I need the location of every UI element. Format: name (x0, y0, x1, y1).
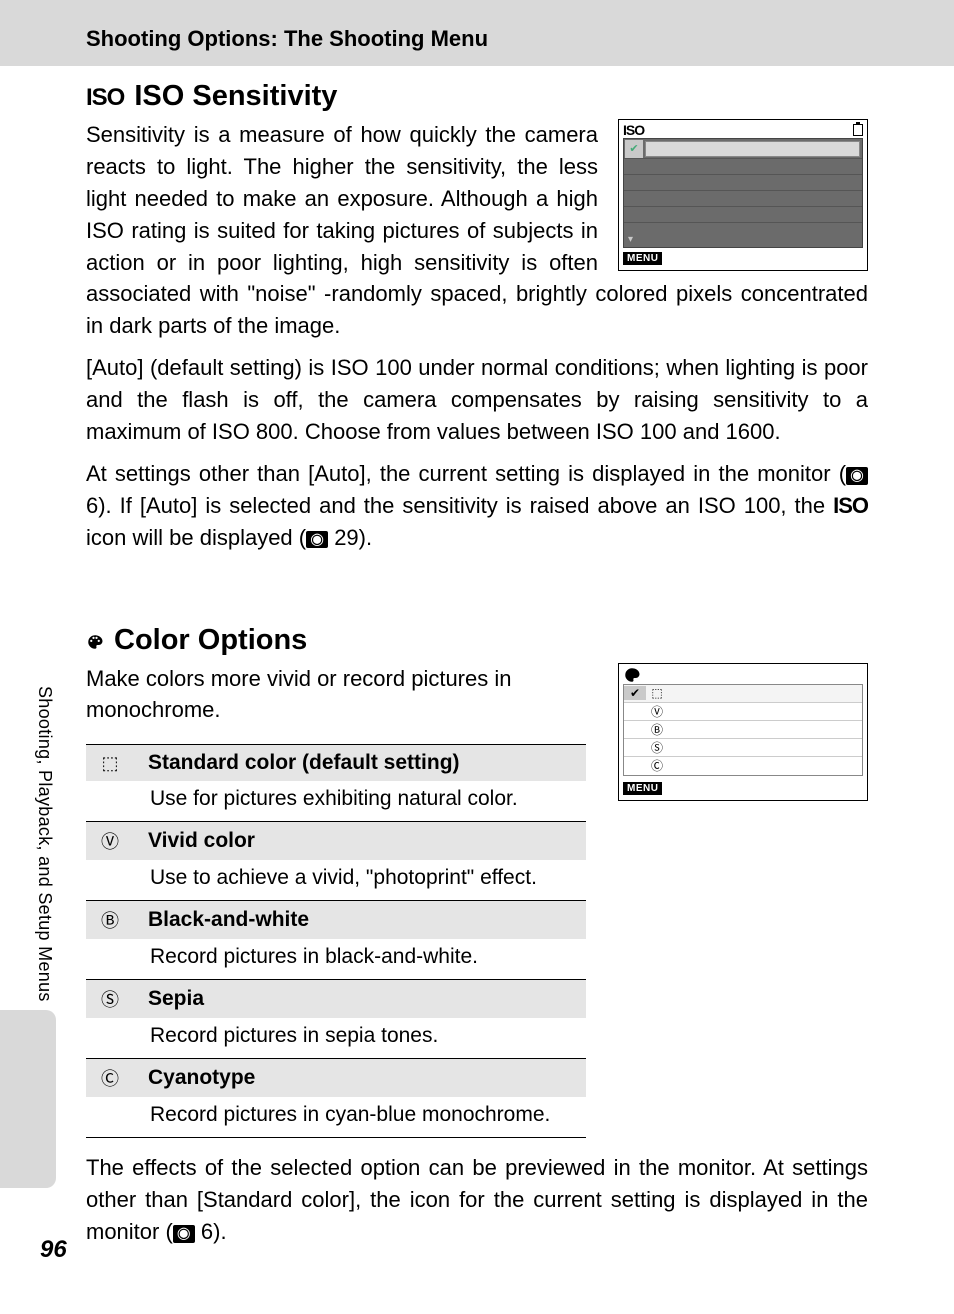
sidebar-section-label: Shooting, Playback, and Setup Menus (34, 686, 55, 1002)
color-screenshot: ✔ ⬚ Ⓥ Ⓑ Ⓢ Ⓒ MENU (618, 663, 868, 801)
sepia-icon: Ⓢ (646, 739, 668, 756)
option-desc: Use to achieve a vivid, "photoprint" eff… (86, 860, 586, 900)
option-title: Standard color (default setting) (148, 751, 460, 775)
cyan-icon: Ⓒ (646, 757, 668, 774)
iso-p3d: 29). (328, 525, 372, 550)
option-title: Cyanotype (148, 1066, 255, 1090)
color-title-text: Color Options (114, 624, 307, 657)
option-title: Vivid color (148, 829, 255, 853)
breadcrumb: Shooting Options: The Shooting Menu (86, 26, 954, 52)
color-footer-b: 6). (195, 1219, 227, 1244)
standard-color-icon: ⬚ (646, 686, 668, 700)
sepia-icon: Ⓢ (96, 986, 124, 1012)
cyan-icon: Ⓒ (96, 1065, 124, 1091)
bw-icon: Ⓑ (646, 721, 668, 738)
option-title: Sepia (148, 987, 204, 1011)
table-row: Ⓒ Cyanotype (86, 1058, 586, 1097)
table-row: Ⓑ Black-and-white (86, 900, 586, 939)
iso-screenshot: ISO ✔ (618, 119, 868, 271)
page-ref-icon: ◉ (306, 531, 328, 549)
palette-icon (623, 666, 641, 684)
page-ref-icon: ◉ (846, 467, 868, 485)
option-desc: Record pictures in cyan-blue monochrome. (86, 1097, 586, 1138)
iso-p1b: associated with "noise" -randomly spaced… (86, 281, 868, 338)
iso-p3a: At settings other than [Auto], the curre… (86, 461, 846, 486)
color-intro-wrap: ✔ ⬚ Ⓥ Ⓑ Ⓢ Ⓒ MENU Make colors mor (86, 663, 868, 727)
color-section: Color Options ✔ ⬚ Ⓥ Ⓑ (86, 624, 868, 1248)
header-bar: Shooting Options: The Shooting Menu (0, 0, 954, 66)
option-title: Black-and-white (148, 908, 309, 932)
list-item: Ⓥ (624, 703, 862, 721)
color-section-title: Color Options (86, 624, 868, 657)
menu-tag: MENU (623, 252, 662, 265)
selected-row-bar (645, 141, 860, 157)
iso-screenshot-wrap: ISO ✔ (618, 119, 868, 271)
page: Shooting Options: The Shooting Menu ISO … (0, 0, 954, 1314)
iso-icon: ISO (86, 84, 124, 112)
screenshot-menu-list: ✔ ▾ (623, 138, 863, 248)
color-options-table: ⬚ Standard color (default setting) Use f… (86, 744, 586, 1138)
option-desc: Record pictures in black-and-white. (86, 939, 586, 979)
battery-icon (853, 124, 863, 136)
color-screenshot-list: ✔ ⬚ Ⓥ Ⓑ Ⓢ Ⓒ (623, 684, 863, 776)
table-row: Ⓥ Vivid color (86, 821, 586, 860)
list-item: Ⓢ (624, 739, 862, 757)
list-item: Ⓑ (624, 721, 862, 739)
iso-section-title: ISO ISO Sensitivity (86, 80, 868, 113)
option-desc: Record pictures in sepia tones. (86, 1018, 586, 1058)
iso-inline-icon: ISO (833, 493, 868, 518)
screenshot-iso-label: ISO (623, 122, 644, 138)
iso-paragraph-3: At settings other than [Auto], the curre… (86, 458, 868, 554)
table-row: Ⓢ Sepia (86, 979, 586, 1018)
vivid-color-icon: Ⓥ (96, 828, 124, 854)
iso-p3c: icon will be displayed ( (86, 525, 306, 550)
list-item: ✔ ⬚ (624, 685, 862, 703)
list-item: Ⓒ (624, 757, 862, 775)
iso-paragraph-2: [Auto] (default setting) is ISO 100 unde… (86, 352, 868, 448)
iso-title-text: ISO Sensitivity (134, 80, 337, 113)
content-area: ISO ISO Sensitivity ISO ✔ (0, 66, 954, 1248)
bw-icon: Ⓑ (96, 907, 124, 933)
palette-icon (86, 628, 104, 656)
check-icon: ✔ (624, 686, 646, 700)
color-screenshot-wrap: ✔ ⬚ Ⓥ Ⓑ Ⓢ Ⓒ MENU (618, 663, 868, 801)
standard-color-icon: ⬚ (96, 753, 124, 774)
option-desc: Use for pictures exhibiting natural colo… (86, 781, 586, 821)
page-number: 96 (40, 1236, 67, 1264)
table-row: ⬚ Standard color (default setting) (86, 744, 586, 781)
iso-para-wrap: ISO ✔ (86, 119, 868, 342)
menu-tag: MENU (623, 782, 662, 795)
iso-p3b: 6). If [Auto] is selected and the sensit… (86, 493, 833, 518)
page-ref-icon: ◉ (173, 1225, 195, 1243)
iso-p1a: Sensitivity is a measure of how quickly … (86, 122, 598, 275)
sidebar-tab (0, 1010, 56, 1188)
check-icon: ✔ (625, 140, 643, 158)
iso-section: ISO ISO Sensitivity ISO ✔ (86, 80, 868, 554)
vivid-color-icon: Ⓥ (646, 703, 668, 720)
color-footer: The effects of the selected option can b… (86, 1152, 868, 1248)
palette-svg (86, 633, 104, 651)
down-arrow-icon: ▾ (628, 234, 633, 245)
